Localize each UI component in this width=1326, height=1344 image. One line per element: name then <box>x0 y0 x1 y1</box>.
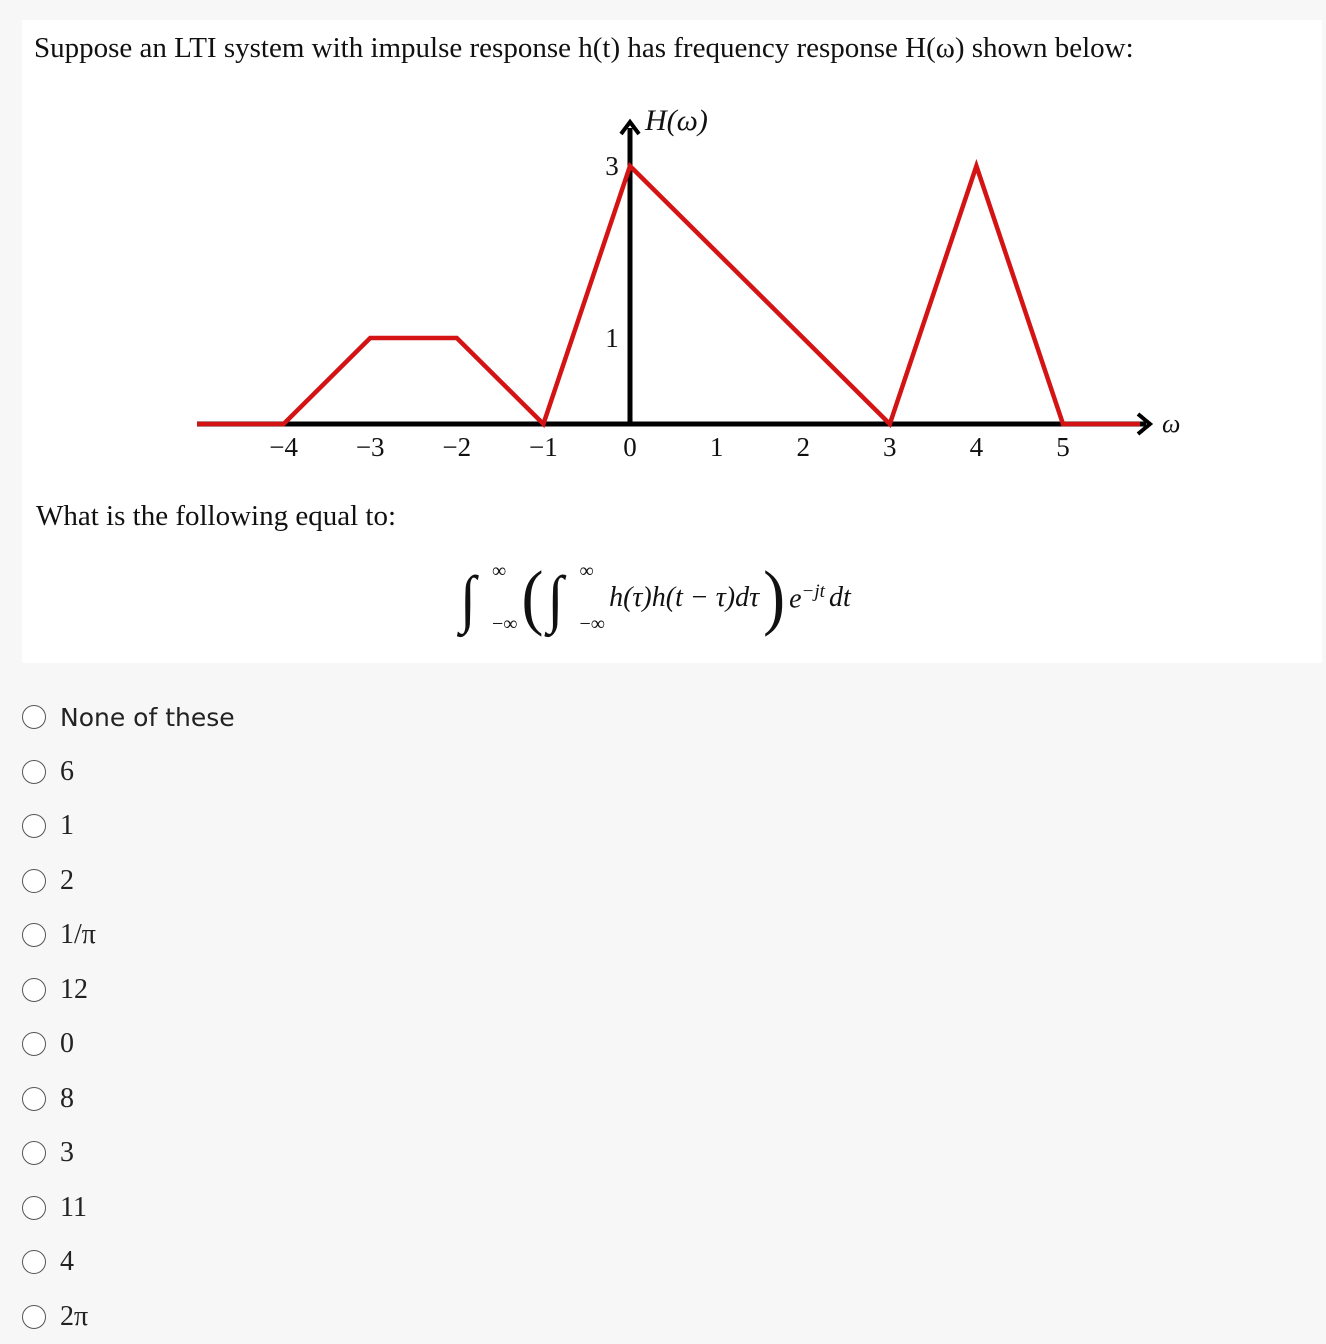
y-tick-label: 3 <box>605 151 619 181</box>
option-label: 4 <box>60 1246 74 1278</box>
frequency-response-chart: −4 −3 −2 −1 0 1 2 3 4 5 1 3 H(ω) ω <box>0 0 1326 500</box>
x-tick-label: 4 <box>970 432 984 462</box>
radio-button[interactable] <box>22 1196 46 1220</box>
x-tick-label: −1 <box>529 432 558 462</box>
radio-button[interactable] <box>22 814 46 838</box>
option-label: 11 <box>60 1192 87 1224</box>
option-label: 6 <box>60 756 74 788</box>
option-label: 1/π <box>60 919 96 951</box>
radio-button[interactable] <box>22 1250 46 1274</box>
option-label: None of these <box>60 703 235 732</box>
radio-button[interactable] <box>22 1087 46 1111</box>
answer-option[interactable]: 1/π <box>22 908 235 963</box>
x-tick-label: 0 <box>623 432 637 462</box>
x-tick-label: 1 <box>710 432 724 462</box>
exponential: e−jt <box>789 581 825 615</box>
answer-option[interactable]: 4 <box>22 1235 235 1290</box>
option-label: 3 <box>60 1137 74 1169</box>
outer-integral-sign: ∫ <box>460 561 494 635</box>
exp-power: −jt <box>802 581 825 602</box>
answer-option[interactable]: 3 <box>22 1126 235 1181</box>
option-label: 0 <box>60 1028 74 1060</box>
inner-limits: ∞ −∞ <box>580 560 606 636</box>
answer-option[interactable]: 12 <box>22 963 235 1018</box>
x-tick-label: −3 <box>356 432 385 462</box>
answer-option[interactable]: 0 <box>22 1017 235 1072</box>
inner-upper-limit: ∞ <box>580 560 606 583</box>
x-tick-label: −2 <box>442 432 471 462</box>
y-tick-label: 1 <box>605 323 619 353</box>
option-label: 12 <box>60 974 88 1006</box>
radio-button[interactable] <box>22 978 46 1002</box>
radio-button[interactable] <box>22 1032 46 1056</box>
formula: ∫ ∞ −∞ ( ∫ ∞ −∞ h(τ)h(t − τ)dτ ) e−jt dt <box>460 560 851 636</box>
exp-base: e <box>789 583 801 614</box>
x-axis-label: ω <box>1162 409 1180 438</box>
open-paren: ( <box>522 556 544 640</box>
answer-option[interactable]: 8 <box>22 1072 235 1127</box>
radio-button[interactable] <box>22 705 46 729</box>
answer-option[interactable]: 2π <box>22 1290 235 1344</box>
answer-option[interactable]: 11 <box>22 1181 235 1236</box>
option-label: 2 <box>60 865 74 897</box>
close-paren: ) <box>763 556 785 640</box>
option-label: 1 <box>60 810 74 842</box>
radio-button[interactable] <box>22 760 46 784</box>
y-axis-label: H(ω) <box>644 104 708 137</box>
answer-option[interactable]: 6 <box>22 745 235 800</box>
option-label: 8 <box>60 1083 74 1115</box>
radio-button[interactable] <box>22 1305 46 1329</box>
x-tick-label: 5 <box>1056 432 1070 462</box>
answer-option[interactable]: 2 <box>22 854 235 909</box>
inner-lower-limit: −∞ <box>580 613 606 636</box>
question-prompt: What is the following equal to: <box>36 500 396 533</box>
x-tick-label: 3 <box>883 432 897 462</box>
outer-limits: ∞ −∞ <box>492 560 518 636</box>
radio-button[interactable] <box>22 869 46 893</box>
radio-button[interactable] <box>22 1141 46 1165</box>
x-tick-label: 2 <box>796 432 810 462</box>
integrand: h(τ)h(t − τ)dτ <box>609 582 759 614</box>
answer-options: None of these6121/π120831142π <box>22 690 235 1344</box>
option-label: 2π <box>60 1301 88 1333</box>
series-line <box>197 166 1140 424</box>
x-tick-label: −4 <box>269 432 298 462</box>
answer-option[interactable]: 1 <box>22 799 235 854</box>
inner-integral-sign: ∫ <box>548 561 582 635</box>
radio-button[interactable] <box>22 923 46 947</box>
answer-option[interactable]: None of these <box>22 690 235 745</box>
differential: dt <box>829 582 851 614</box>
outer-upper-limit: ∞ <box>492 560 518 583</box>
outer-lower-limit: −∞ <box>492 613 518 636</box>
